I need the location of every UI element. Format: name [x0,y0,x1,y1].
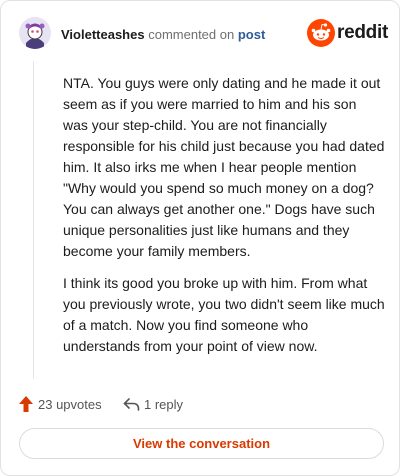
comment-body: NTA. You guys were only dating and he ma… [63,73,385,368]
username-link[interactable]: Violetteashes [61,27,145,42]
comment-headline: Violetteashes commented on post [61,27,265,43]
user-avatar[interactable] [19,17,51,49]
comment-card: Violetteashes commented on post reddit N… [0,0,400,476]
post-link[interactable]: post [238,27,265,42]
comment-footer: 23 upvotes 1 reply [19,395,385,415]
comment-paragraph: NTA. You guys were only dating and he ma… [63,75,385,259]
reply-count: 1 reply [144,397,184,412]
upvote-arrow-icon [19,396,33,412]
reddit-logo[interactable]: reddit [307,19,388,47]
comment-paragraph: I think its good you broke up with him. … [63,275,385,354]
view-conversation-button[interactable]: View the conversation [19,428,384,459]
reddit-wordmark: reddit [337,22,388,43]
upvote-count: 23 upvotes [38,397,102,412]
snoo-avatar-icon [19,17,51,49]
reply-arrow-icon [123,398,140,411]
thread-line [33,61,34,379]
reddit-snoo-icon [307,19,335,47]
action-text: commented on [148,27,235,42]
comment-header: Violetteashes commented on post reddit [19,17,388,53]
